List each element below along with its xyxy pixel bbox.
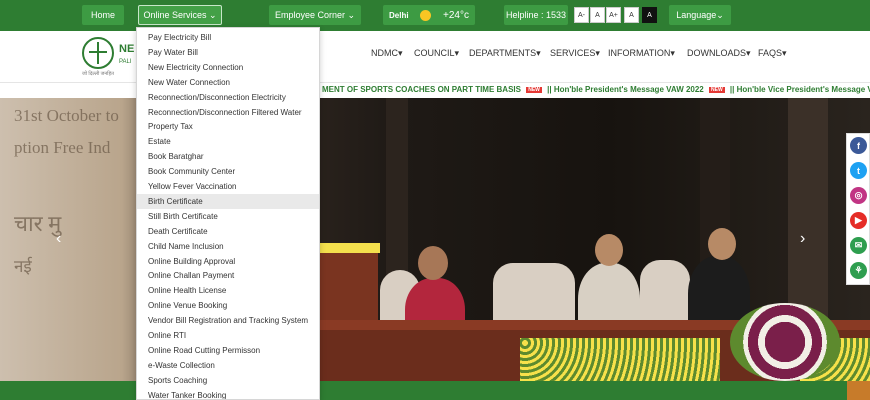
dropdown-item[interactable]: Online Building Approval [137,254,319,269]
person-head [595,234,623,266]
font-decrease-button[interactable]: A- [574,7,589,23]
scroll-top-button[interactable] [847,381,870,400]
nav-faqs[interactable]: FAQS▾ [758,48,787,59]
dropdown-item[interactable]: New Electricity Connection [137,60,319,75]
home-button[interactable]: Home [82,5,124,25]
logo-subtext: PALI [119,59,132,65]
contrast-dark-button[interactable]: A [642,7,657,23]
dropdown-item[interactable]: Water Tanker Booking [137,388,319,399]
helpline: Helpline : 1533 [504,5,568,25]
nav-departments[interactable]: DEPARTMENTS▾ [469,48,541,59]
dropdown-item[interactable]: Estate [137,134,319,149]
contrast-light-button[interactable]: A [624,7,639,23]
slider-next-arrow[interactable]: › [800,230,805,248]
hero-slider: 31st October to ption Free Ind चार मु नई… [0,98,870,381]
online-services-dropdown: Pay Electricity Bill Pay Water Bill New El… [136,27,320,400]
nav-downloads[interactable]: DOWNLOADS▾ [687,48,751,59]
ticker-item[interactable]: || Hon'ble Vice President's Message VAW [730,85,870,94]
banner-text: नई [14,257,32,276]
online-services-button[interactable]: Online Services ⌄ [138,5,222,25]
banner-text: ption Free Ind [14,138,111,157]
dropdown-item[interactable]: Yellow Fever Vaccination [137,179,319,194]
employee-corner-button[interactable]: Employee Corner ⌄ [269,5,361,25]
nav-ndmc[interactable]: NDMC▾ [371,48,403,59]
weather-widget: Delhi +24°c [383,5,475,25]
facebook-icon[interactable]: f [850,137,867,154]
language-button[interactable]: Language⌄ [669,5,731,25]
logo-text: NE [119,43,135,55]
dropdown-item[interactable]: Vendor Bill Registration and Tracking Sy… [137,313,319,328]
font-normal-button[interactable]: A [590,7,605,23]
dropdown-item[interactable]: Online Challan Payment [137,268,319,283]
dropdown-item[interactable]: Reconnection/Disconnection Electricity [137,90,319,105]
flower-decor [520,338,720,381]
banner-text: 31st October to [14,106,119,125]
sun-icon [420,9,432,21]
youtube-icon[interactable]: ▶ [850,212,867,229]
logo-tagline: जो दिल्ली जनहित [82,71,114,77]
dropdown-item[interactable]: Child Name Inclusion [137,239,319,254]
sitemap-icon[interactable]: ⚘ [850,262,867,279]
dropdown-item[interactable]: New Water Connection [137,75,319,90]
rangoli-decor [730,303,840,381]
dropdown-item[interactable]: Birth Certificate [137,193,319,209]
dropdown-item[interactable]: Online RTI [137,328,319,343]
dropdown-item[interactable]: Book Baratghar [137,149,319,164]
font-increase-button[interactable]: A+ [606,7,621,23]
ticker-item[interactable]: || Hon'ble President's Message VAW 2022 [547,85,704,94]
top-bar: Home Online Services ⌄ Employee Corner ⌄… [0,0,870,31]
new-badge: NEW [709,86,725,93]
site-header: NE PALI जो दिल्ली जनहित NDMC▾ COUNCIL▾ D… [0,31,870,83]
twitter-icon[interactable]: t [850,162,867,179]
dropdown-item[interactable]: Sports Coaching [137,373,319,388]
ticker-item[interactable]: MENT OF SPORTS COACHES ON PART TIME BASI… [322,85,521,94]
weather-temp: +24°c [443,9,469,21]
nav-information[interactable]: INFORMATION▾ [608,48,675,59]
dropdown-item[interactable]: Pay Electricity Bill [137,30,319,45]
podium-flowers [318,243,380,253]
email-icon[interactable]: ✉ [850,237,867,254]
dropdown-item[interactable]: Online Health License [137,283,319,298]
dropdown-item[interactable]: Property Tax [137,119,319,134]
dropdown-item[interactable]: Still Birth Certificate [137,209,319,224]
dropdown-item[interactable]: Book Community Center [137,164,319,179]
dropdown-item[interactable]: Death Certificate [137,224,319,239]
social-rail: f t ◎ ▶ ✉ ⚘ [846,133,870,285]
person-head [708,228,736,260]
dropdown-item[interactable]: Online Venue Booking [137,298,319,313]
instagram-icon[interactable]: ◎ [850,187,867,204]
nav-services[interactable]: SERVICES▾ [550,48,600,59]
dropdown-item[interactable]: e-Waste Collection [137,358,319,373]
dropdown-item[interactable]: Online Road Cutting Permisson [137,343,319,358]
banner-text: चार मु [14,211,62,236]
bottom-bar [0,381,870,400]
weather-city: Delhi [389,10,409,20]
dropdown-item[interactable]: Reconnection/Disconnection Filtered Wate… [137,105,319,120]
person-head [418,246,448,280]
dropdown-item[interactable]: Pay Water Bill [137,45,319,60]
news-ticker: MENT OF SPORTS COACHES ON PART TIME BASI… [0,84,870,98]
new-badge: NEW [526,86,542,93]
ndmc-logo-icon[interactable] [82,37,114,69]
slider-prev-arrow[interactable]: ‹ [56,230,61,248]
nav-council[interactable]: COUNCIL▾ [414,48,459,59]
